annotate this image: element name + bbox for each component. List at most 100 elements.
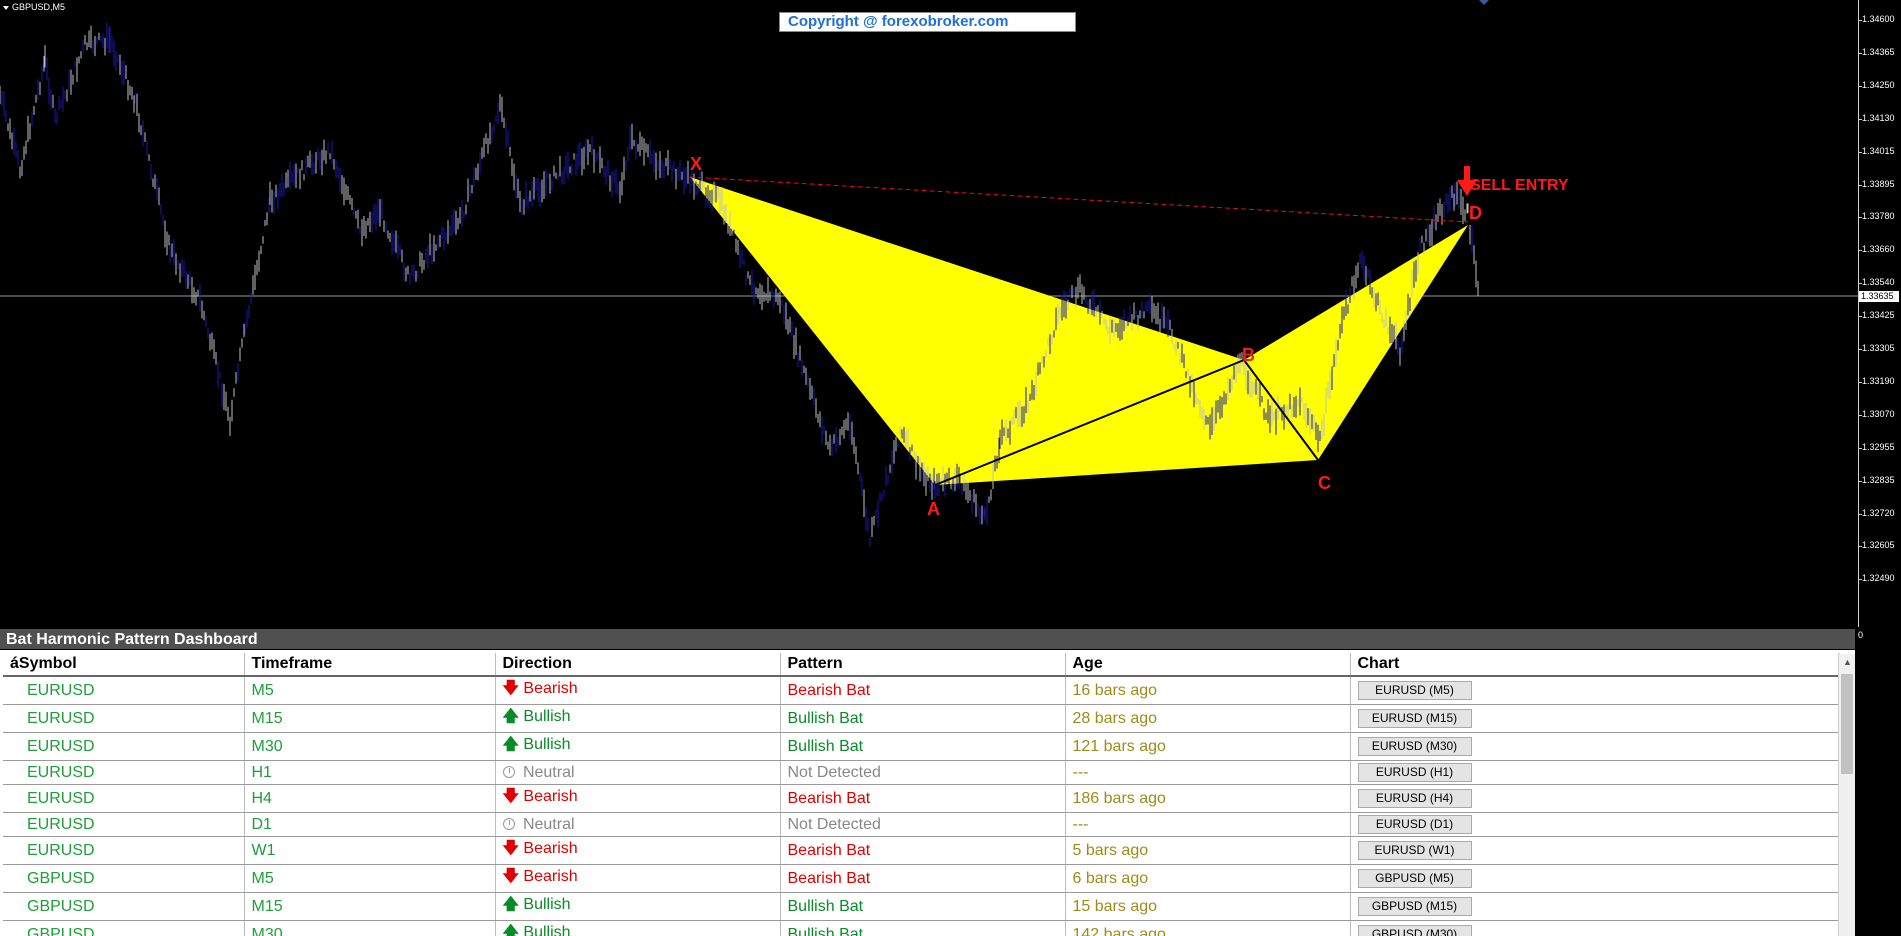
cell-symbol: GBPUSD [3,892,245,921]
table-row[interactable]: GBPUSD M15 🡅 Bullish Bullish Bat 15 bars ago… [3,892,1840,921]
cell-pattern: Bullish Bat [780,892,1066,921]
price-label: 1.33895 [1862,178,1895,189]
table-row[interactable]: EURUSD H4 🡇 Bearish Bearish Bat 186 bars ago… [3,784,1840,813]
price-label: 1.34365 [1862,46,1895,57]
open-chart-button[interactable]: EURUSD (H4) [1357,789,1472,808]
arrow-down-icon: 🡇 [502,788,519,805]
cell-symbol: EURUSD [3,676,245,705]
cell-chart: EURUSD (H1) [1350,760,1840,785]
direction-label: Bullish [523,708,571,725]
price-label: 1.33070 [1862,408,1895,419]
price-label: 1.33780 [1862,211,1895,222]
header-chart[interactable]: Chart [1350,653,1840,677]
open-chart-button[interactable]: GBPUSD (M5) [1357,869,1472,888]
cell-chart: GBPUSD (M5) [1350,864,1840,893]
cell-direction: 🡅 Bullish [495,920,781,936]
cell-symbol: GBPUSD [3,864,245,893]
price-label: 1.32720 [1862,507,1895,518]
point-d-label: D [1469,203,1482,223]
open-chart-button[interactable]: EURUSD (H1) [1357,763,1472,782]
open-chart-button[interactable]: EURUSD (M5) [1357,681,1472,700]
direction-label: Neutral [522,815,575,833]
price-bars [0,22,1479,547]
pattern-table: áSymbol Timeframe Direction Pattern Age … [3,653,1840,936]
price-label: 1.34600 [1862,14,1895,24]
cell-age: 28 bars ago [1065,704,1351,733]
arrow-down-icon: 🡇 [502,868,519,885]
header-pattern[interactable]: Pattern [780,653,1066,677]
header-age[interactable]: Age [1065,653,1351,677]
chart-symbol-title[interactable]: GBPUSD,M5 [3,2,65,12]
cell-chart: GBPUSD (M15) [1350,892,1840,921]
cell-timeframe: W1 [244,836,496,865]
clock-icon [502,817,515,830]
cell-age: 6 bars ago [1065,864,1351,893]
cell-pattern: Bearish Bat [780,864,1066,893]
table-row[interactable]: GBPUSD M30 🡅 Bullish Bullish Bat 142 bars ag… [3,920,1840,936]
chart-shift-marker[interactable] [1479,0,1489,5]
header-symbol[interactable]: áSymbol [3,653,245,677]
direction-label: Neutral [522,763,575,781]
arrow-up-icon: 🡅 [502,736,519,753]
price-label: 1.34250 [1862,79,1895,90]
price-label: 1.32955 [1862,441,1895,452]
direction-label: Bearish [523,868,578,885]
open-chart-button[interactable]: EURUSD (D1) [1357,815,1472,834]
cell-timeframe: H4 [244,784,496,813]
price-chart[interactable]: X A B C D SELL ENTRY GBPUSD,M5 Copyright… [0,0,1901,627]
cell-pattern: Bearish Bat [780,784,1066,813]
table-row[interactable]: EURUSD M15 🡅 Bullish Bullish Bat 28 bars ago… [3,704,1840,733]
cell-direction: 🡇 Bearish [495,836,781,865]
cell-symbol: EURUSD [3,704,245,733]
open-chart-button[interactable]: EURUSD (M30) [1357,737,1472,756]
arrow-down-icon: 🡇 [502,840,519,857]
scroll-up-icon[interactable]: ▲ [1839,654,1855,671]
cell-age: 15 bars ago [1065,892,1351,921]
cell-pattern: Bearish Bat [780,836,1066,865]
header-timeframe[interactable]: Timeframe [244,653,496,677]
direction-label: Bearish [523,680,578,697]
point-b-label: B [1242,345,1255,365]
current-price-tag: 1.33635 [1859,291,1899,302]
table-row[interactable]: EURUSD H1 Neutral Not Detected --- EURUSD (H… [3,760,1840,785]
arrow-up-icon: 🡅 [502,924,519,936]
cell-symbol: EURUSD [3,784,245,813]
cell-timeframe: M5 [244,676,496,705]
direction-label: Bullish [523,896,571,913]
direction-label: Bearish [523,788,578,805]
table-row[interactable]: EURUSD D1 Neutral Not Detected --- EURUSD (D… [3,812,1840,837]
chart-canvas[interactable]: X A B C D SELL ENTRY [0,0,1858,627]
cell-age: --- [1065,760,1351,785]
cell-pattern: Bearish Bat [780,676,1066,705]
cell-timeframe: M30 [244,732,496,761]
table-row[interactable]: EURUSD M5 🡇 Bearish Bearish Bat 16 bars ago E… [3,676,1840,705]
open-chart-button[interactable]: GBPUSD (M30) [1357,925,1472,936]
copyright-label: Copyright @ forexobroker.com [779,12,1076,32]
cell-direction: 🡅 Bullish [495,704,781,733]
cell-chart: EURUSD (M30) [1350,732,1840,761]
point-c-label: C [1318,473,1331,493]
arrow-up-icon: 🡅 [502,896,519,913]
indicator-zero-label: 0 [1858,630,1864,640]
price-label: 1.32835 [1862,474,1895,485]
cell-direction: Neutral [495,812,781,837]
open-chart-button[interactable]: GBPUSD (M15) [1357,897,1472,916]
arrow-down-icon: 🡇 [502,680,519,697]
header-direction[interactable]: Direction [495,653,781,677]
table-row[interactable]: EURUSD M30 🡅 Bullish Bullish Bat 121 bars ag… [3,732,1840,761]
open-chart-button[interactable]: EURUSD (W1) [1357,841,1472,860]
table-row[interactable]: GBPUSD M5 🡇 Bearish Bearish Bat 6 bars ago GB… [3,864,1840,893]
cell-direction: 🡇 Bearish [495,784,781,813]
cell-age: --- [1065,812,1351,837]
price-label: 1.34015 [1862,145,1895,156]
open-chart-button[interactable]: EURUSD (M15) [1357,709,1472,728]
dashboard-scrollbar[interactable]: ▲ [1838,654,1855,936]
table-row[interactable]: EURUSD W1 🡇 Bearish Bearish Bat 5 bars ago EU… [3,836,1840,865]
scrollbar-thumb[interactable] [1841,674,1853,774]
cell-symbol: GBPUSD [3,920,245,936]
cell-symbol: EURUSD [3,760,245,785]
pattern-xd-line [689,176,1469,223]
cell-timeframe: M5 [244,864,496,893]
cell-direction: 🡇 Bearish [495,676,781,705]
symbol-label: GBPUSD,M5 [12,2,66,12]
